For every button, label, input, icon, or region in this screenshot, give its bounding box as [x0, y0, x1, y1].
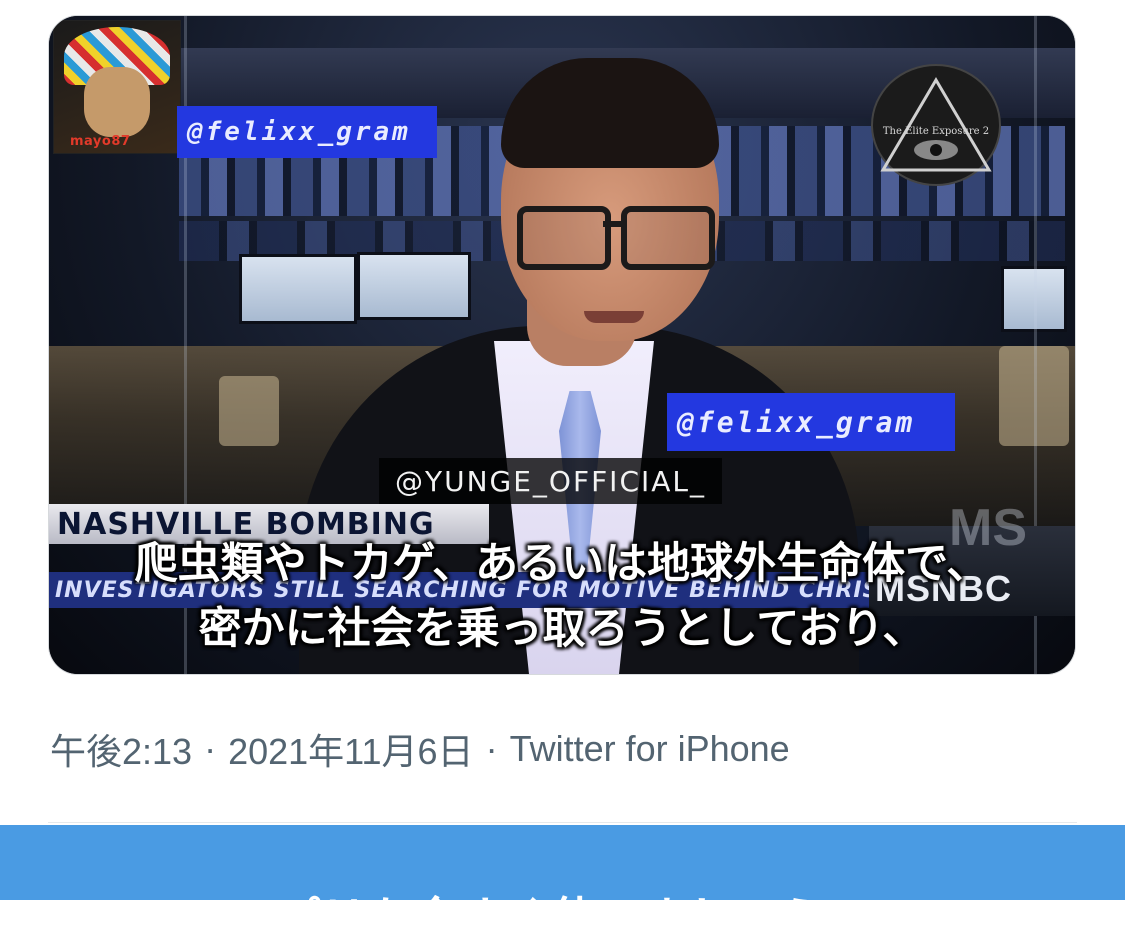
uploader-avatar-logo: mayo87	[53, 20, 181, 154]
uploader-tag: @YUNGE_OFFICIAL_	[379, 458, 723, 504]
tweet-source[interactable]: Twitter for iPhone	[510, 728, 790, 770]
face-icon	[84, 67, 150, 137]
desk-papers	[219, 376, 279, 446]
watermark-handle-right: @felixx_gram	[667, 393, 955, 451]
channel-badge-text: The Elite Exposure 2	[882, 126, 990, 137]
video-frame: mayo87 @felixx_gram The Elite Exposure 2…	[49, 16, 1075, 674]
anchor-glasses-left	[517, 206, 611, 270]
tweet-date[interactable]: 2021年11月6日	[228, 723, 473, 775]
anchor-mouth	[584, 311, 644, 323]
glasses-bridge	[603, 221, 621, 227]
anchor-glasses-right	[621, 206, 715, 270]
divider	[48, 822, 1077, 823]
logo-tag: mayo87	[70, 134, 131, 149]
channel-badge: The Elite Exposure 2	[871, 64, 1001, 186]
tweet-metadata: 午後2:13 · 2021年11月6日 · Twitter for iPhone	[50, 724, 790, 774]
desk-monitor	[357, 252, 471, 320]
banner-text: スペースアプリを今すぐ使いましょう	[50, 892, 827, 946]
tweet-time[interactable]: 午後2:13	[50, 723, 192, 775]
subtitle-line-2: 密かに社会を乗っ取ろうとしており、	[198, 604, 926, 654]
tweet-video[interactable]: mayo87 @felixx_gram The Elite Exposure 2…	[48, 15, 1076, 675]
desk-monitor	[239, 254, 357, 324]
meta-separator: ·	[204, 728, 217, 769]
app-promo-banner[interactable]: スペースアプリを今すぐ使いましょう	[0, 825, 1125, 946]
watermark-handle-top: @felixx_gram	[177, 106, 437, 158]
meta-separator: ·	[485, 728, 498, 769]
eye-pyramid-icon	[880, 77, 992, 172]
subtitle-line-1: 爬虫類やトカゲ、あるいは地球外生命体で、	[134, 539, 990, 589]
